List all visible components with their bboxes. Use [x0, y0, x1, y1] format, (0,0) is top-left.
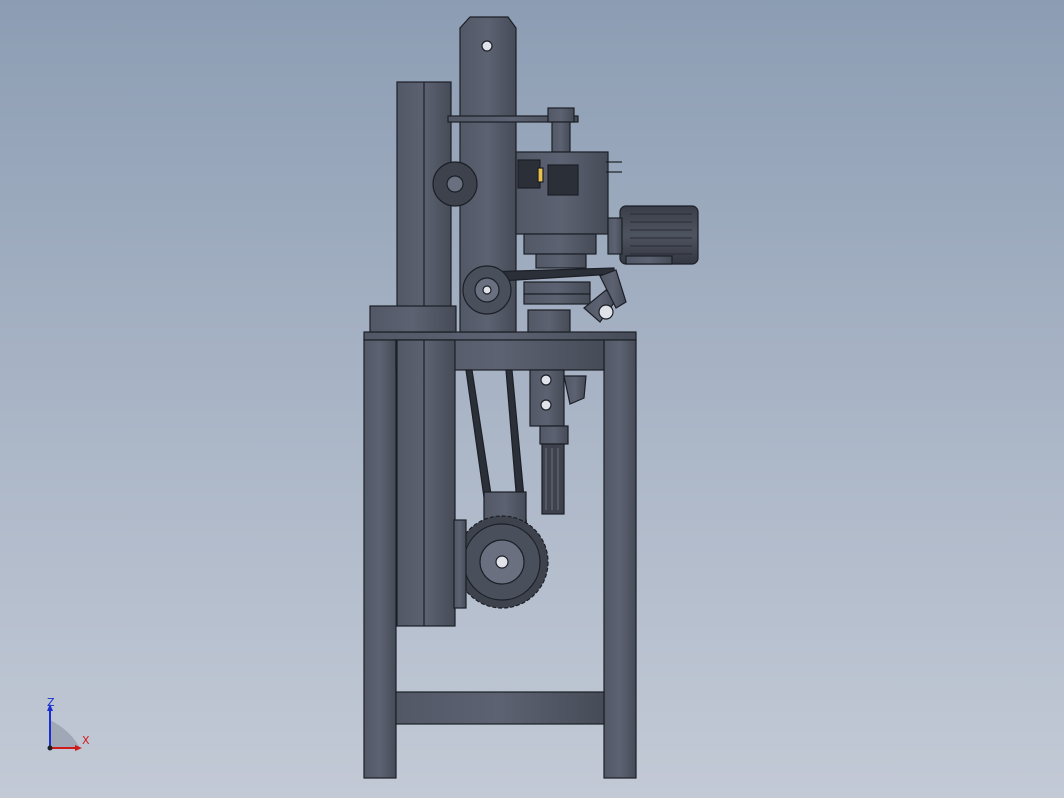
column-base	[369, 305, 457, 333]
machine-model[interactable]	[0, 0, 1064, 798]
lower-crossbar	[395, 691, 605, 725]
indicator	[537, 167, 544, 183]
table-leg-left	[363, 339, 397, 779]
table-top	[363, 331, 637, 341]
cad-viewport[interactable]: Z X	[0, 0, 1064, 798]
z-axis-label: Z	[47, 696, 55, 709]
column-lower	[396, 339, 456, 627]
motor-body	[619, 205, 699, 265]
arm-pivot	[481, 40, 493, 52]
axis-triad: Z X	[40, 696, 100, 756]
table-leg-right	[603, 339, 637, 779]
spindle	[541, 443, 565, 515]
x-axis-label: X	[82, 734, 90, 747]
